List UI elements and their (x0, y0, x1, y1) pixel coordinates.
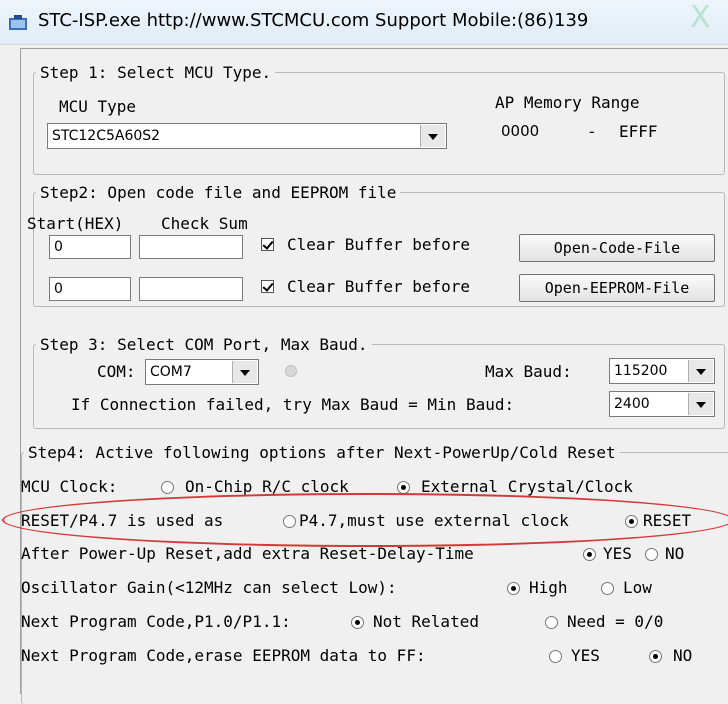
osc-low-radio[interactable] (601, 582, 614, 595)
clear-buffer-code-label: Clear Buffer before (287, 235, 471, 254)
mcu-type-label: MCU Type (59, 97, 137, 116)
osc-gain-label: Oscillator Gain(<12MHz can select Low): (21, 578, 397, 597)
com-select[interactable]: COM7 (145, 359, 259, 385)
powerup-no-radio[interactable] (645, 548, 658, 561)
reset-pin-label: RESET/P4.7 is used as (21, 511, 224, 530)
mcu-type-select[interactable]: STC12C5A60S2 (47, 123, 447, 149)
step1-group: Step 1: Select MCU Type. (33, 63, 725, 175)
max-baud-value: 115200 (614, 363, 668, 379)
clear-buffer-code-checkbox[interactable] (261, 238, 274, 251)
p10-not-related-radio[interactable] (351, 616, 364, 629)
mcu-clock-rc-radio[interactable] (161, 481, 174, 494)
code-checksum-field[interactable] (139, 235, 243, 259)
status-led-icon (285, 365, 297, 377)
max-baud-select[interactable]: 115200 (609, 358, 715, 384)
reset-p47-label: P4.7,must use external clock (299, 511, 569, 530)
min-baud-value: 2400 (614, 396, 650, 412)
powerup-yes-radio[interactable] (583, 548, 596, 561)
main-panel: Step 1: Select MCU Type. MCU Type STC12C… (20, 48, 728, 704)
p10-need-radio[interactable] (545, 616, 558, 629)
powerup-no-label: NO (665, 544, 685, 563)
reset-p47-radio[interactable] (283, 515, 296, 528)
erase-yes-label: YES (571, 646, 600, 665)
reset-reset-label: RESET (643, 511, 692, 530)
mcu-clock-label: MCU Clock: (21, 477, 118, 496)
reset-reset-radio[interactable] (625, 515, 638, 528)
chevron-down-icon[interactable] (420, 125, 445, 147)
erase-eeprom-label: Next Program Code,erase EEPROM data to F… (21, 646, 426, 665)
ap-memory-label: AP Memory Range (495, 93, 640, 112)
p10-need-label: Need = 0/0 (567, 612, 664, 631)
osc-high-radio[interactable] (507, 582, 520, 595)
start-hex-label: Start(HEX) (27, 214, 124, 233)
p10-not-related-label: Not Related (373, 612, 479, 631)
step4-legend: Step4: Active following options after Ne… (28, 443, 616, 462)
mcu-clock-external-label: External Crystal/Clock (421, 477, 633, 496)
checksum-label: Check Sum (161, 214, 248, 233)
erase-no-label: NO (673, 646, 693, 665)
chevron-down-icon[interactable] (688, 360, 713, 382)
min-baud-select[interactable]: 2400 (609, 391, 715, 417)
clear-buffer-eeprom-checkbox[interactable] (261, 280, 274, 293)
ap-start: 0000 (501, 122, 540, 140)
watermark-stamp: X (690, 0, 711, 35)
open-eeprom-file-button[interactable]: Open-EEPROM-File (519, 274, 715, 302)
eeprom-start-field[interactable]: 0 (49, 277, 131, 301)
app-icon (9, 15, 27, 30)
osc-high-label: High (529, 578, 568, 597)
title-bar: STC-ISP.exe http://www.STCMCU.com Suppor… (0, 0, 728, 45)
erase-no-radio[interactable] (649, 650, 662, 663)
ap-dash: - (587, 122, 597, 141)
erase-yes-radio[interactable] (549, 650, 562, 663)
clear-buffer-eeprom-label: Clear Buffer before (287, 277, 471, 296)
powerup-delay-label: After Power-Up Reset,add extra Reset-Del… (21, 544, 474, 563)
open-code-file-button[interactable]: Open-Code-File (519, 234, 715, 262)
step2-legend: Step2: Open code file and EEPROM file (40, 183, 397, 202)
p10-label: Next Program Code,P1.0/P1.1: (21, 612, 291, 631)
mcu-type-value: STC12C5A60S2 (52, 128, 161, 144)
osc-low-label: Low (623, 578, 652, 597)
chevron-down-icon[interactable] (232, 361, 257, 383)
com-label: COM: (97, 362, 136, 381)
code-start-field[interactable]: 0 (49, 235, 131, 259)
max-baud-label: Max Baud: (485, 362, 572, 381)
step1-legend: Step 1: Select MCU Type. (40, 63, 272, 82)
com-value: COM7 (150, 364, 192, 380)
eeprom-checksum-field[interactable] (139, 277, 243, 301)
window-title: STC-ISP.exe http://www.STCMCU.com Suppor… (38, 10, 589, 31)
powerup-yes-label: YES (603, 544, 632, 563)
step3-legend: Step 3: Select COM Port, Max Baud. (40, 335, 368, 354)
chevron-down-icon[interactable] (688, 393, 713, 415)
ap-end: EFFF (619, 122, 658, 141)
min-baud-label: If Connection failed, try Max Baud = Min… (71, 395, 515, 414)
mcu-clock-rc-label: On-Chip R/C clock (185, 477, 349, 496)
mcu-clock-external-radio[interactable] (397, 481, 410, 494)
